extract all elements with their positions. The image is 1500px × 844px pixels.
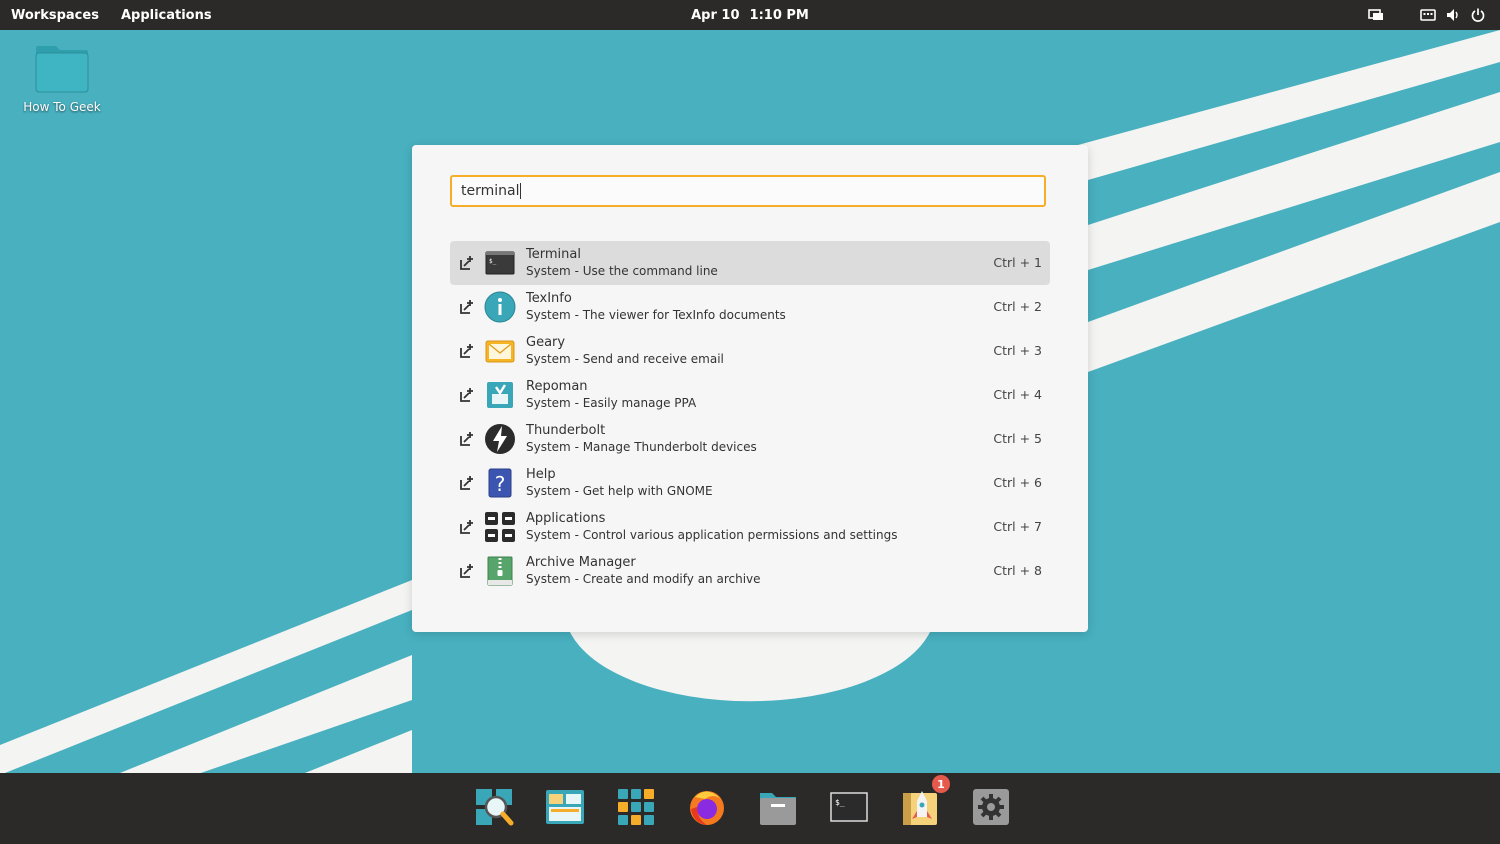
results-list: $_ Terminal System - Use the command lin… bbox=[450, 241, 1050, 593]
dock: $_ 1 bbox=[0, 773, 1500, 844]
volume-icon[interactable] bbox=[1445, 7, 1461, 23]
result-shortcut: Ctrl + 7 bbox=[993, 519, 1042, 534]
result-title: Archive Manager bbox=[526, 555, 636, 570]
thunderbolt-icon bbox=[485, 424, 515, 454]
display-icon[interactable] bbox=[1368, 7, 1384, 23]
result-row-thunderbolt[interactable]: Thunderbolt System - Manage Thunderbolt … bbox=[450, 417, 1050, 461]
pin-to-dock-icon[interactable] bbox=[459, 431, 475, 447]
clock[interactable]: Apr 10 1:10 PM bbox=[0, 0, 1500, 30]
keyboard-icon[interactable] bbox=[1420, 7, 1436, 23]
svg-text:$_: $_ bbox=[489, 258, 497, 265]
power-icon[interactable] bbox=[1470, 7, 1486, 23]
result-title: Help bbox=[526, 467, 556, 482]
svg-text:?: ? bbox=[495, 472, 506, 496]
app-library-icon[interactable] bbox=[616, 787, 656, 827]
result-title: Repoman bbox=[526, 379, 588, 394]
pin-to-dock-icon[interactable] bbox=[459, 255, 475, 271]
launcher-dialog: terminal $_ Terminal System - Use the co… bbox=[412, 145, 1088, 632]
result-description: System - Control various application per… bbox=[526, 528, 898, 542]
result-description: System - Easily manage PPA bbox=[526, 396, 697, 410]
pin-to-dock-icon[interactable] bbox=[459, 563, 475, 579]
firefox-icon[interactable] bbox=[687, 787, 727, 827]
terminal-icon: $_ bbox=[485, 251, 515, 275]
result-title: Applications bbox=[526, 511, 606, 526]
applications-grid-icon bbox=[485, 512, 515, 542]
result-row-terminal[interactable]: $_ Terminal System - Use the command lin… bbox=[450, 241, 1050, 285]
result-title: Terminal bbox=[526, 247, 581, 262]
result-shortcut: Ctrl + 1 bbox=[993, 255, 1042, 270]
result-row-applications[interactable]: Applications System - Control various ap… bbox=[450, 505, 1050, 549]
terminal-icon[interactable]: $_ bbox=[829, 787, 869, 827]
clock-date[interactable]: Apr 10 bbox=[691, 8, 739, 23]
result-row-repoman[interactable]: Repoman System - Easily manage PPA Ctrl … bbox=[450, 373, 1050, 417]
workspaces-icon[interactable] bbox=[545, 787, 585, 827]
pin-to-dock-icon[interactable] bbox=[459, 475, 475, 491]
settings-icon[interactable] bbox=[971, 787, 1011, 827]
launcher-search-icon[interactable] bbox=[474, 787, 514, 827]
search-query[interactable]: terminal bbox=[461, 183, 519, 199]
desktop-folder[interactable]: How To Geek bbox=[18, 40, 106, 114]
clock-time[interactable]: 1:10 PM bbox=[750, 8, 809, 23]
result-title: TexInfo bbox=[526, 291, 572, 306]
result-description: System - Get help with GNOME bbox=[526, 484, 713, 498]
svg-text:$_: $_ bbox=[835, 798, 845, 807]
desktop-folder-label: How To Geek bbox=[23, 100, 101, 114]
pop-shop-icon[interactable]: 1 bbox=[900, 775, 950, 827]
pin-to-dock-icon[interactable] bbox=[459, 387, 475, 403]
text-caret bbox=[520, 183, 522, 199]
result-shortcut: Ctrl + 5 bbox=[993, 431, 1042, 446]
result-description: System - Manage Thunderbolt devices bbox=[526, 440, 757, 454]
archive-icon bbox=[487, 556, 513, 586]
mail-icon bbox=[485, 340, 515, 363]
result-shortcut: Ctrl + 6 bbox=[993, 475, 1042, 490]
result-title: Geary bbox=[526, 335, 566, 350]
folder-icon bbox=[35, 46, 89, 93]
applications-button[interactable]: Applications bbox=[121, 8, 212, 23]
pin-to-dock-icon[interactable] bbox=[459, 299, 475, 315]
pin-to-dock-icon[interactable] bbox=[459, 343, 475, 359]
launcher-search-input[interactable]: terminal bbox=[450, 175, 1046, 207]
result-description: System - Create and modify an archive bbox=[526, 572, 761, 586]
result-shortcut: Ctrl + 4 bbox=[993, 387, 1042, 402]
notification-badge: 1 bbox=[932, 775, 950, 793]
result-title: Thunderbolt bbox=[526, 423, 606, 438]
result-description: System - The viewer for TexInfo document… bbox=[526, 308, 786, 322]
repoman-icon bbox=[487, 382, 513, 408]
result-row-archive-manager[interactable]: Archive Manager System - Create and modi… bbox=[450, 549, 1050, 593]
workspaces-button[interactable]: Workspaces bbox=[11, 8, 99, 23]
info-icon bbox=[484, 291, 516, 323]
result-row-help[interactable]: ? Help System - Get help with GNOME Ctrl… bbox=[450, 461, 1050, 505]
result-shortcut: Ctrl + 8 bbox=[993, 563, 1042, 578]
result-shortcut: Ctrl + 2 bbox=[993, 299, 1042, 314]
result-shortcut: Ctrl + 3 bbox=[993, 343, 1042, 358]
result-description: System - Use the command line bbox=[526, 264, 718, 278]
help-icon: ? bbox=[488, 468, 512, 498]
result-row-texinfo[interactable]: TexInfo System - The viewer for TexInfo … bbox=[450, 285, 1050, 329]
top-panel: Workspaces Applications Apr 10 1:10 PM bbox=[0, 0, 1500, 30]
pin-to-dock-icon[interactable] bbox=[459, 519, 475, 535]
result-row-geary[interactable]: Geary System - Send and receive email Ct… bbox=[450, 329, 1050, 373]
result-description: System - Send and receive email bbox=[526, 352, 724, 366]
files-icon[interactable] bbox=[758, 787, 798, 827]
